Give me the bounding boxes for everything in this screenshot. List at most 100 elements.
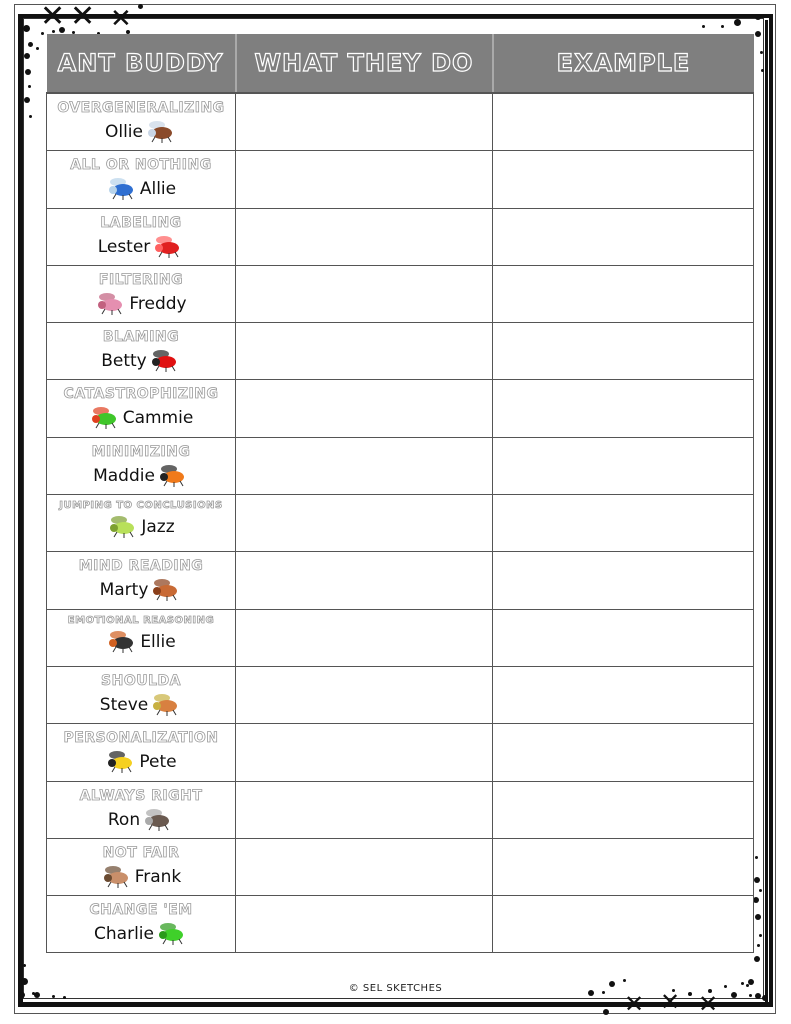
what-they-do-cell[interactable] <box>235 264 493 324</box>
ant-buddy-cell: SHOULDA Steve <box>46 665 236 725</box>
example-cell[interactable] <box>492 322 754 381</box>
decorative-dot <box>22 24 30 32</box>
buddy-name-line: Steve <box>47 690 235 720</box>
what-they-do-cell[interactable] <box>235 665 493 725</box>
example-cell[interactable] <box>492 92 754 152</box>
table-row: MIND READING Marty <box>46 551 754 610</box>
distortion-label: PERSONALIZATION <box>63 730 219 747</box>
ant-buddy-cell: BLAMING Betty <box>46 322 236 381</box>
example-cell[interactable] <box>492 494 754 553</box>
decorative-dot <box>720 24 724 28</box>
cognitive-distortion-table: ANT BUDDY WHAT THEY DO EXAMPLE OVERGENER… <box>46 34 754 954</box>
decorative-frame-right-stroke <box>765 20 768 1004</box>
buddy-name-line: Lester <box>47 232 235 262</box>
example-cell[interactable] <box>492 780 754 839</box>
what-they-do-cell[interactable] <box>235 895 493 954</box>
example-cell[interactable] <box>492 723 754 782</box>
table-row: SHOULDA Steve <box>46 665 754 725</box>
decorative-dot <box>756 943 760 947</box>
buddy-name: Ellie <box>140 631 176 652</box>
buddy-name: Frank <box>134 866 182 887</box>
what-they-do-cell[interactable] <box>235 780 493 839</box>
decorative-dot <box>754 877 760 883</box>
what-they-do-cell[interactable] <box>235 608 493 667</box>
decorative-dot <box>754 956 760 962</box>
distortion-label: JUMPING TO CONCLUSIONS <box>59 500 223 512</box>
distortion-label: LABELING <box>100 214 182 231</box>
table-row: NOT FAIR Frank <box>46 837 754 897</box>
example-cell[interactable] <box>492 436 754 496</box>
table-row: FILTERING Freddy <box>46 264 754 324</box>
table-header-row: ANT BUDDY WHAT THEY DO EXAMPLE <box>46 34 754 94</box>
buddy-name-line: Pete <box>47 747 235 777</box>
buddy-name: Ron <box>107 809 141 830</box>
ant-buddy-cell: ALWAYS RIGHT Ron <box>46 780 236 839</box>
table-row: CHANGE 'EM Charlie <box>46 895 754 954</box>
example-cell[interactable] <box>492 608 754 667</box>
ladybug-icon <box>149 346 181 376</box>
example-cell[interactable] <box>492 150 754 209</box>
table-row: CATASTROPHIZING Cammie <box>46 379 754 438</box>
decorative-dot <box>28 114 32 118</box>
what-they-do-cell[interactable] <box>235 723 493 782</box>
example-cell[interactable] <box>492 837 754 897</box>
buddy-name: Steve <box>99 694 149 715</box>
what-they-do-cell[interactable] <box>235 92 493 152</box>
decorative-dot <box>759 50 763 54</box>
decorative-dot <box>40 31 44 35</box>
column-header-what-they-do: WHAT THEY DO <box>235 34 494 94</box>
what-they-do-cell[interactable] <box>235 551 493 610</box>
what-they-do-cell[interactable] <box>235 436 493 496</box>
table-row: ALL OR NOTHING Allie <box>46 150 754 209</box>
butterfly-icon <box>157 461 189 491</box>
example-cell[interactable] <box>492 551 754 610</box>
buddy-name: Cammie <box>122 408 194 429</box>
decorative-dot <box>754 855 758 859</box>
ant-buddy-cell: CHANGE 'EM Charlie <box>46 895 236 954</box>
decorative-dot <box>622 978 626 982</box>
what-they-do-cell[interactable] <box>235 150 493 209</box>
decorative-dot <box>755 14 761 20</box>
decorative-dot <box>27 84 31 88</box>
column-header-example: EXAMPLE <box>492 34 754 94</box>
buddy-name: Jazz <box>141 517 175 538</box>
what-they-do-cell[interactable] <box>235 494 493 553</box>
what-they-do-cell[interactable] <box>235 837 493 897</box>
buddy-name: Freddy <box>129 293 187 314</box>
buddy-name-line: Freddy <box>47 289 235 319</box>
example-cell[interactable] <box>492 264 754 324</box>
example-cell[interactable] <box>492 665 754 725</box>
ant-buddy-cell: OVERGENERALIZING Ollie <box>46 92 236 152</box>
copyright-footer: © SEL SKETCHES <box>348 983 443 994</box>
decorative-dot <box>62 995 66 999</box>
buddy-name-line: Cammie <box>47 403 235 433</box>
x-mark-icon: ✕ <box>110 4 132 34</box>
snail-icon <box>150 690 182 720</box>
example-cell[interactable] <box>492 207 754 266</box>
decorative-dot <box>758 933 762 937</box>
decorative-dot <box>762 995 768 1001</box>
buddy-name-line: Ollie <box>47 117 235 147</box>
x-mark-icon: ✕ <box>624 990 645 1018</box>
decorative-dot <box>755 31 761 37</box>
example-cell[interactable] <box>492 379 754 438</box>
example-cell[interactable] <box>492 895 754 954</box>
buddy-name: Betty <box>101 351 147 372</box>
scorpion-icon <box>152 232 184 262</box>
fly-icon <box>145 117 177 147</box>
cockroach-icon <box>150 575 182 605</box>
buddy-name-line: Charlie <box>47 919 235 949</box>
table-row: EMOTIONAL REASONING Ellie <box>46 608 754 667</box>
what-they-do-cell[interactable] <box>235 207 493 266</box>
decorative-dot <box>59 27 65 33</box>
distortion-label: MIND READING <box>78 558 204 575</box>
what-they-do-cell[interactable] <box>235 379 493 438</box>
decorative-dot <box>51 29 55 33</box>
what-they-do-cell[interactable] <box>235 322 493 381</box>
decorative-dot <box>758 888 762 892</box>
buddy-name: Maddie <box>93 465 155 486</box>
distortion-label: CHANGE 'EM <box>89 902 193 919</box>
bee-icon <box>105 747 137 777</box>
buddy-name-line: Jazz <box>47 512 235 542</box>
buddy-name-line: Allie <box>47 174 235 204</box>
